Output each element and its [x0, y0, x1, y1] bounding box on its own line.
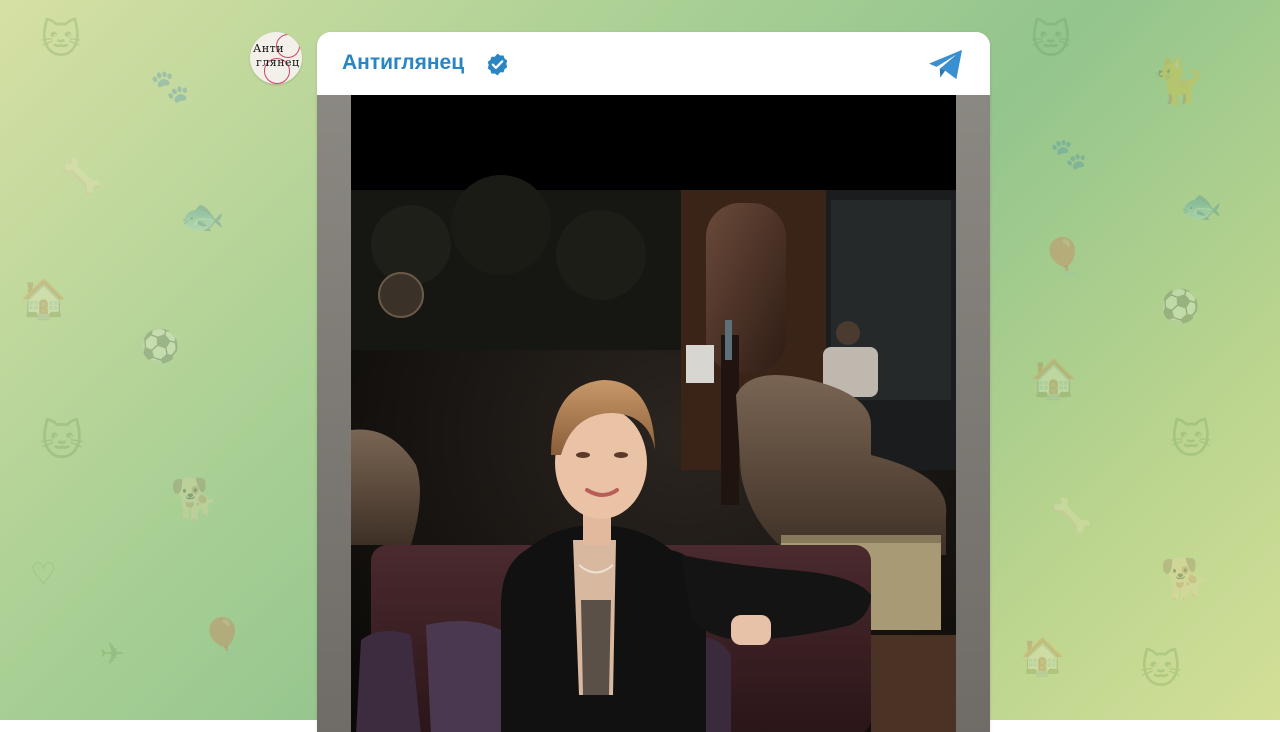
- avatar-text-line-2: глянец: [256, 56, 300, 69]
- doodle-house-icon: 🏠: [20, 277, 68, 321]
- doodle-cat-icon: 🐱: [1170, 417, 1212, 463]
- doodle-plane-icon: ✈: [100, 637, 126, 672]
- photo[interactable]: [351, 95, 956, 732]
- doodle-cat-icon: 🐈: [1150, 56, 1205, 107]
- doodle-cat-icon: 🐱: [1030, 17, 1072, 63]
- doodle-dog-icon: 🐕: [1160, 557, 1210, 603]
- doodle-balloon-icon: 🎈: [200, 617, 245, 658]
- doodle-ball-icon: ⚽: [1160, 287, 1200, 325]
- channel-name[interactable]: Антиглянец: [342, 51, 464, 75]
- doodle-cat-icon: 🐱: [40, 416, 84, 465]
- doodle-balloon-icon: 🎈: [1040, 237, 1085, 278]
- media-blur-right: [956, 95, 990, 732]
- doodle-cat-icon: 🐱: [1140, 647, 1182, 693]
- message-card: Антиглянец: [317, 32, 990, 732]
- doodle-heart-icon: ♡: [30, 557, 57, 592]
- avatar-text-line-1: Анти: [253, 42, 285, 55]
- doodle-paw-icon: 🐾: [150, 67, 190, 105]
- doodle-house-icon: 🏠: [1020, 637, 1065, 678]
- message-media[interactable]: [317, 95, 990, 732]
- photo-image: [351, 95, 956, 732]
- channel-avatar[interactable]: Анти глянец: [250, 32, 302, 84]
- doodle-house-icon: 🏠: [1030, 357, 1078, 401]
- message-header: Антиглянец: [317, 32, 990, 95]
- doodle-cat-icon: 🐱: [40, 17, 82, 63]
- telegram-plane-icon[interactable]: [927, 48, 965, 82]
- doodle-paw-icon: 🐾: [1050, 137, 1088, 172]
- verified-badge-icon: [487, 53, 508, 76]
- doodle-bone-icon: 🦴: [1050, 497, 1093, 537]
- doodle-ball-icon: ⚽: [140, 327, 180, 365]
- media-blur-left: [317, 95, 351, 732]
- doodle-dog-icon: 🐕: [170, 477, 220, 523]
- doodle-fish-icon: 🐟: [180, 197, 225, 238]
- doodle-fish-icon: 🐟: [1180, 187, 1223, 227]
- doodle-bone-icon: 🦴: [60, 157, 103, 197]
